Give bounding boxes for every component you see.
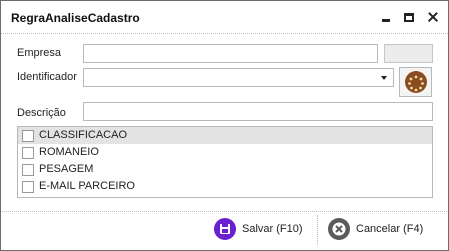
minimize-icon[interactable] [379,10,393,24]
window-title: RegraAnaliseCadastro [11,11,140,25]
dialog-window: RegraAnaliseCadastro Empresa Identificad… [0,0,449,251]
checkbox[interactable] [22,130,34,142]
checkbox[interactable] [22,181,34,193]
list-item-label: E-MAIL PARCEIRO [39,180,135,192]
list-item[interactable]: PESAGEM [18,161,432,178]
close-icon[interactable] [426,10,440,24]
save-button-label: Salvar (F10) [242,223,303,235]
rule-options-list[interactable]: CLASSIFICACAO ROMANEIO PESAGEM E-MAIL PA… [17,126,433,198]
search-button[interactable] [399,67,432,97]
cancel-button[interactable]: Cancelar (F4) [328,212,433,248]
identificador-label: Identificador [17,71,77,83]
list-item[interactable]: E-MAIL PARCEIRO [18,178,432,195]
checkbox[interactable] [22,147,34,159]
chevron-down-icon[interactable] [381,76,387,80]
list-item-label: CLASSIFICACAO [39,129,128,141]
list-item-label: PESAGEM [39,163,94,175]
list-item[interactable]: ROMANEIO [18,144,432,161]
checkbox[interactable] [22,164,34,176]
maximize-icon[interactable] [402,10,416,24]
empresa-label: Empresa [17,47,62,59]
list-item-label: ROMANEIO [39,146,99,158]
empresa-name-display [384,44,433,63]
save-button[interactable]: Salvar (F10) [214,212,314,248]
x-circle-icon [328,218,350,240]
identificador-dropdown[interactable] [83,68,394,87]
descricao-label: Descrição [17,107,66,119]
list-item[interactable]: CLASSIFICACAO [18,127,432,144]
button-divider [317,215,318,245]
descricao-field[interactable] [83,102,433,121]
title-bar[interactable]: RegraAnaliseCadastro [1,1,448,34]
floppy-disk-icon [214,218,236,240]
cancel-button-label: Cancelar (F4) [356,223,424,235]
empresa-field[interactable] [83,44,378,63]
cookie-dots-icon [408,75,424,92]
